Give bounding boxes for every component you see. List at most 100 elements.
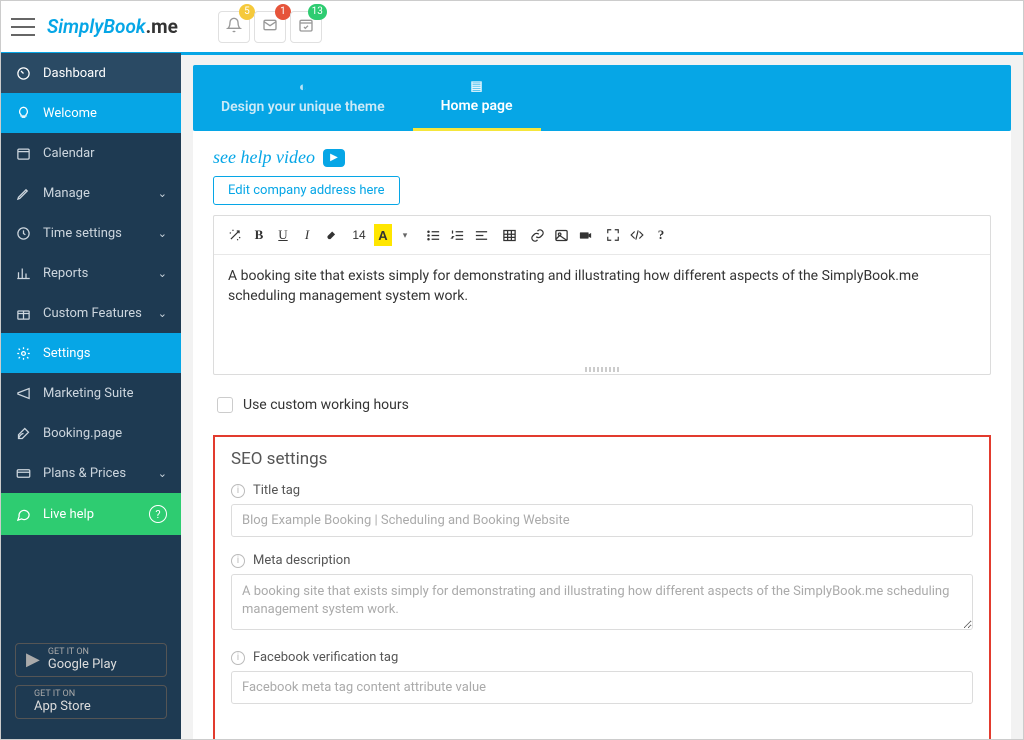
field-label: Facebook verification tag: [253, 650, 398, 665]
sidebar-item-label: Reports: [43, 266, 88, 281]
sidebar-item-welcome[interactable]: Welcome: [1, 93, 181, 133]
card-icon: [15, 465, 31, 481]
seo-settings-section: SEO settings i Title tag i Meta descript…: [213, 435, 991, 739]
sidebar-item-dashboard[interactable]: Dashboard: [1, 53, 181, 93]
image-icon[interactable]: [552, 224, 570, 246]
custom-hours-row: Use custom working hours: [217, 397, 991, 413]
chevron-down-icon: ⌄: [158, 267, 167, 280]
chevron-down-icon: ⌄: [158, 187, 167, 200]
sidebar-item-bookingpage[interactable]: Booking.page: [1, 413, 181, 453]
field-label: Title tag: [253, 483, 300, 498]
sidebar-item-label: Time settings: [43, 226, 122, 241]
title-tag-field: i Title tag: [231, 483, 973, 537]
sidebar-item-label: Live help: [43, 507, 94, 522]
title-tag-input[interactable]: [231, 504, 973, 537]
tab-label: Home page: [441, 98, 513, 114]
notifications-badge: 5: [239, 4, 255, 20]
seo-heading: SEO settings: [231, 449, 973, 469]
eraser-icon[interactable]: [322, 224, 340, 246]
chat-icon: [15, 506, 31, 522]
help-icon[interactable]: ?: [652, 224, 670, 246]
tab-home-page[interactable]: ▤ Home page: [413, 65, 541, 131]
store-name: App Store: [34, 700, 91, 714]
bookings-button[interactable]: 13: [290, 11, 322, 43]
chevron-down-icon: ⌄: [158, 307, 167, 320]
menu-toggle-icon[interactable]: [11, 15, 35, 39]
underline-button[interactable]: U: [274, 224, 292, 246]
edit-company-address-button[interactable]: Edit company address here: [213, 176, 400, 205]
app-store-button[interactable]: GET IT ON App Store: [15, 685, 167, 719]
chart-icon: [15, 265, 31, 281]
chevron-down-icon: ⌄: [158, 227, 167, 240]
video-icon[interactable]: [576, 224, 594, 246]
main-content: ◐ Design your unique theme ▤ Home page s…: [181, 53, 1023, 739]
logo[interactable]: SimplyBook.me: [47, 15, 178, 38]
sidebar-item-reports[interactable]: Reports ⌄: [1, 253, 181, 293]
pencil-icon: [15, 185, 31, 201]
panel: see help video ▶ Edit company address he…: [193, 131, 1011, 739]
tab-design-theme[interactable]: ◐ Design your unique theme: [193, 65, 413, 131]
link-icon[interactable]: [528, 224, 546, 246]
sidebar: Dashboard Welcome Calendar Manage ⌄ Time…: [1, 53, 181, 739]
text-color-button[interactable]: A: [374, 224, 392, 246]
table-icon[interactable]: [500, 224, 518, 246]
logo-primary: SimplyBook: [47, 15, 146, 38]
field-label: Meta description: [253, 553, 350, 568]
messages-badge: 1: [275, 4, 291, 20]
google-play-button[interactable]: ▶ GET IT ON Google Play: [15, 643, 167, 677]
sidebar-item-plans[interactable]: Plans & Prices ⌄: [1, 453, 181, 493]
lightbulb-icon: [15, 105, 31, 121]
clock-icon: [15, 225, 31, 241]
google-play-icon: ▶: [26, 650, 40, 670]
tab-label: Design your unique theme: [221, 99, 385, 115]
sidebar-item-custom[interactable]: Custom Features ⌄: [1, 293, 181, 333]
italic-button[interactable]: I: [298, 224, 316, 246]
bold-button[interactable]: B: [250, 224, 268, 246]
store-links: ▶ GET IT ON Google Play GET IT ON App St…: [1, 623, 181, 739]
info-icon[interactable]: i: [231, 554, 245, 568]
code-view-icon[interactable]: [628, 224, 646, 246]
top-icon-group: 5 1 13: [218, 11, 322, 43]
info-icon[interactable]: i: [231, 651, 245, 665]
sidebar-item-label: Marketing Suite: [43, 386, 134, 401]
sidebar-item-label: Manage: [43, 186, 90, 201]
sidebar-item-settings[interactable]: Settings: [1, 333, 181, 373]
meta-description-field: i Meta description: [231, 553, 973, 634]
tabs: ◐ Design your unique theme ▤ Home page: [193, 65, 1011, 131]
messages-button[interactable]: 1: [254, 11, 286, 43]
help-video-label: see help video: [213, 147, 315, 168]
gift-icon: [15, 305, 31, 321]
rich-text-editor: B U I 14 A ▾: [213, 215, 991, 375]
play-video-button[interactable]: ▶: [323, 149, 345, 167]
bell-icon: [226, 17, 242, 37]
sidebar-item-live-help[interactable]: Live help ?: [1, 493, 181, 535]
sidebar-item-manage[interactable]: Manage ⌄: [1, 173, 181, 213]
custom-hours-label: Use custom working hours: [243, 397, 409, 413]
magic-icon[interactable]: [226, 224, 244, 246]
resize-handle[interactable]: [214, 365, 990, 374]
meta-description-input[interactable]: [231, 574, 973, 630]
logo-suffix: .me: [146, 15, 178, 38]
list-ol-icon[interactable]: [448, 224, 466, 246]
bookings-badge: 13: [308, 4, 327, 20]
fontsize-select[interactable]: 14: [350, 224, 368, 246]
fullscreen-icon[interactable]: [604, 224, 622, 246]
info-icon[interactable]: i: [231, 484, 245, 498]
sidebar-item-marketing[interactable]: Marketing Suite: [1, 373, 181, 413]
sidebar-item-label: Plans & Prices: [43, 466, 126, 481]
sidebar-item-label: Settings: [43, 346, 90, 361]
chevron-down-icon[interactable]: ▾: [396, 224, 414, 246]
custom-hours-checkbox[interactable]: [217, 397, 233, 413]
list-ul-icon[interactable]: [424, 224, 442, 246]
sidebar-item-calendar[interactable]: Calendar: [1, 133, 181, 173]
mail-icon: [262, 17, 278, 37]
align-icon[interactable]: [472, 224, 490, 246]
facebook-tag-input[interactable]: [231, 671, 973, 704]
editor-content[interactable]: A booking site that exists simply for de…: [214, 255, 990, 365]
help-video-row: see help video ▶: [213, 147, 991, 168]
sidebar-item-label: Calendar: [43, 146, 95, 161]
notifications-button[interactable]: 5: [218, 11, 250, 43]
sidebar-item-time[interactable]: Time settings ⌄: [1, 213, 181, 253]
sidebar-item-label: Custom Features: [43, 306, 142, 321]
facebook-tag-field: i Facebook verification tag: [231, 650, 973, 704]
